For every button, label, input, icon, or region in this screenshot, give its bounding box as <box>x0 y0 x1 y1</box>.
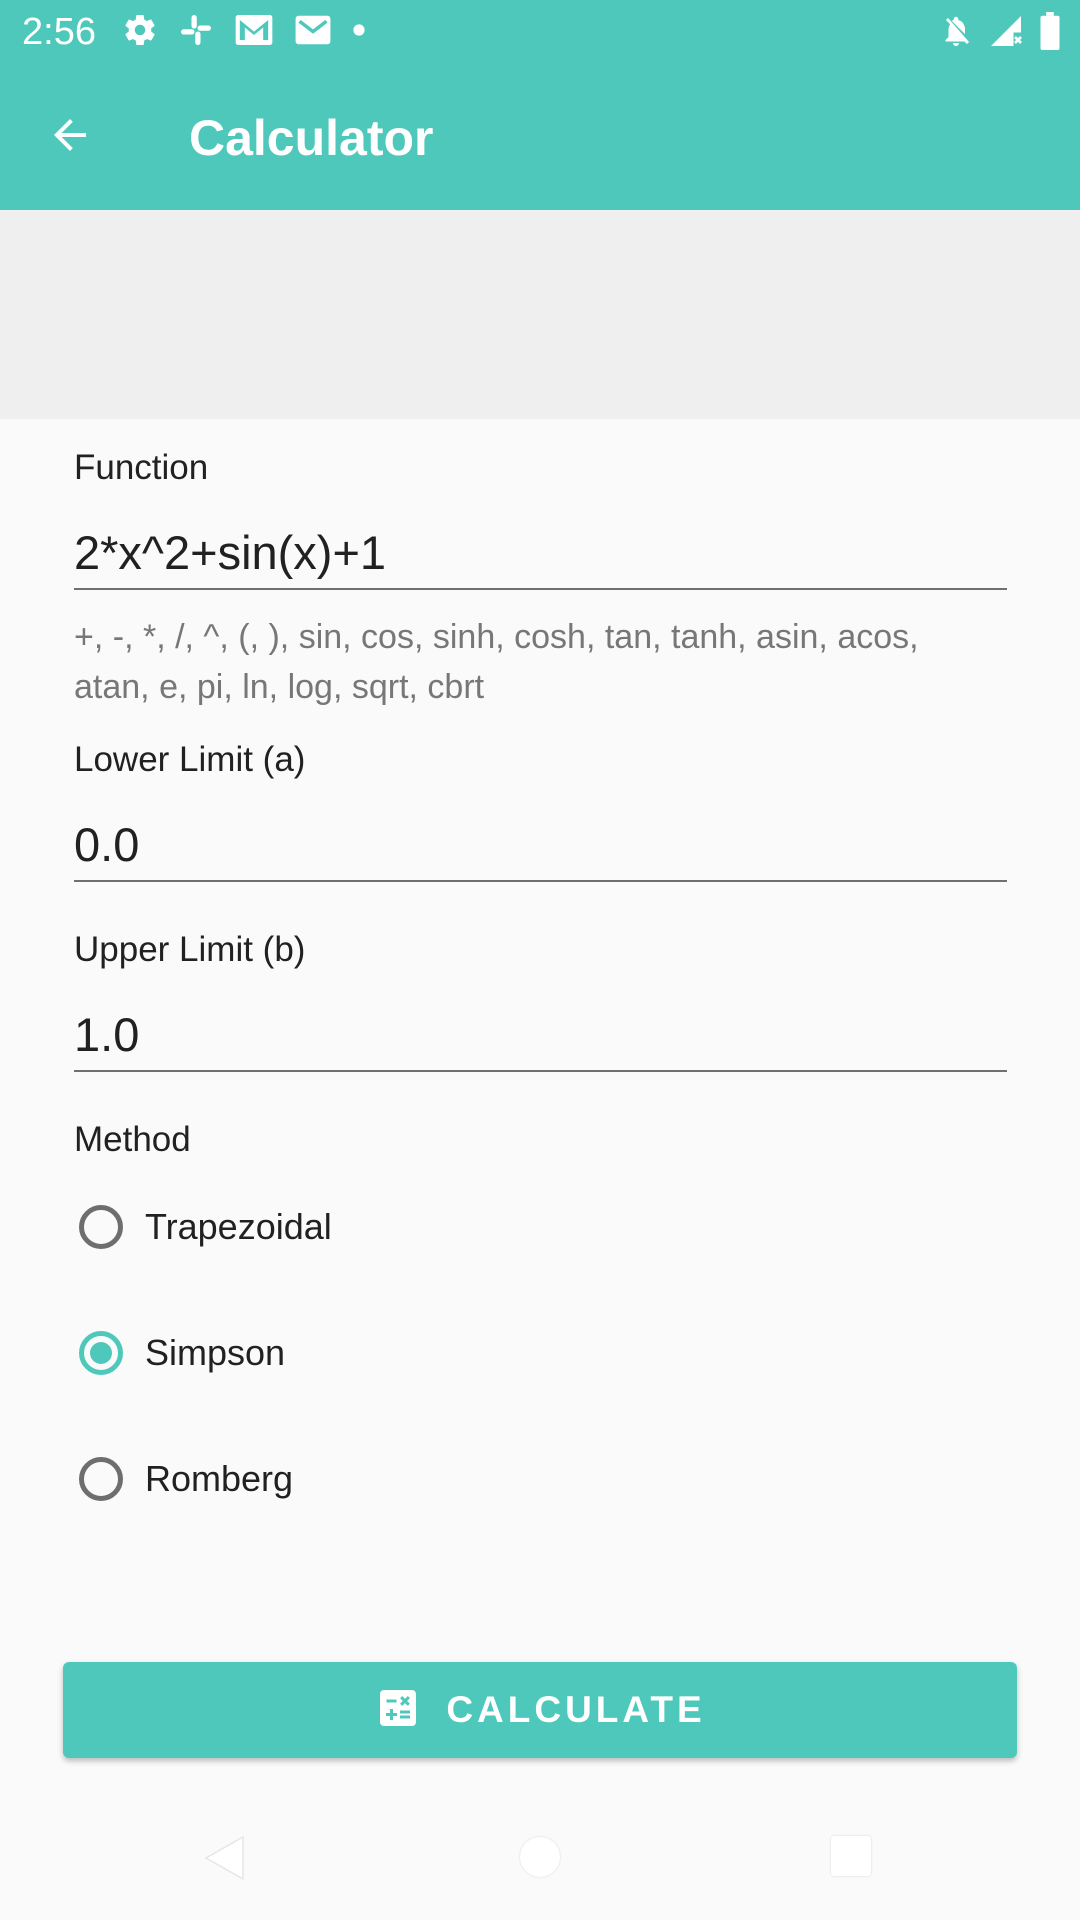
function-input[interactable] <box>74 516 1007 590</box>
banner-placeholder <box>0 210 1080 419</box>
radio-romberg[interactable]: Romberg <box>74 1439 293 1519</box>
status-icons-right <box>938 12 1062 55</box>
calculator-icon <box>374 1684 422 1737</box>
function-helper-line: atan, e, pi, ln, log, sqrt, cbrt <box>74 668 485 706</box>
navigation-bar <box>0 1800 1080 1920</box>
nav-recents-icon[interactable] <box>831 1836 871 1876</box>
lower-limit-label: Lower Limit (a) <box>74 740 306 779</box>
app-bar: Calculator <box>0 64 1080 210</box>
arrow-back-icon <box>46 111 94 164</box>
radio-dot <box>90 1342 112 1364</box>
radio-button-unchecked-icon[interactable] <box>79 1457 123 1501</box>
upper-limit-label: Upper Limit (b) <box>74 930 306 969</box>
gmail-icon <box>294 13 332 52</box>
nav-back-icon[interactable] <box>203 1835 245 1886</box>
radio-label: Simpson <box>145 1332 286 1373</box>
status-icons-left <box>122 12 366 53</box>
battery-icon <box>1038 12 1062 55</box>
gear-icon <box>122 12 158 53</box>
calculate-button-label: CALCULATE <box>446 1689 706 1730</box>
radio-simpson[interactable]: Simpson <box>74 1313 285 1393</box>
method-label: Method <box>74 1120 191 1159</box>
page-title: Calculator <box>189 110 434 166</box>
radio-button-checked-icon[interactable] <box>79 1331 123 1375</box>
function-helper-text: +, -, *, /, ^, (, ), sin, cos, sinh, cos… <box>74 612 1034 712</box>
notifications-off-icon <box>938 13 974 54</box>
radio-button-unchecked-icon[interactable] <box>79 1205 123 1249</box>
gmail-icon <box>234 12 274 53</box>
function-helper-line: +, -, *, /, ^, (, ), sin, cos, sinh, cos… <box>74 618 919 656</box>
signal-icon <box>988 13 1024 54</box>
radio-label: Trapezoidal <box>145 1206 332 1247</box>
calculate-button[interactable]: CALCULATE <box>63 1662 1017 1758</box>
function-label: Function <box>74 448 209 487</box>
nav-home-icon[interactable] <box>520 1837 560 1877</box>
slack-icon <box>178 12 214 53</box>
upper-limit-input[interactable] <box>74 998 1007 1072</box>
status-bar: 2:56 <box>0 0 1080 64</box>
radio-trapezoidal[interactable]: Trapezoidal <box>74 1187 332 1267</box>
back-button[interactable] <box>34 101 106 173</box>
radio-label: Romberg <box>145 1458 294 1499</box>
status-time: 2:56 <box>22 11 96 53</box>
dot-icon <box>352 23 366 42</box>
lower-limit-input[interactable] <box>74 808 1007 882</box>
